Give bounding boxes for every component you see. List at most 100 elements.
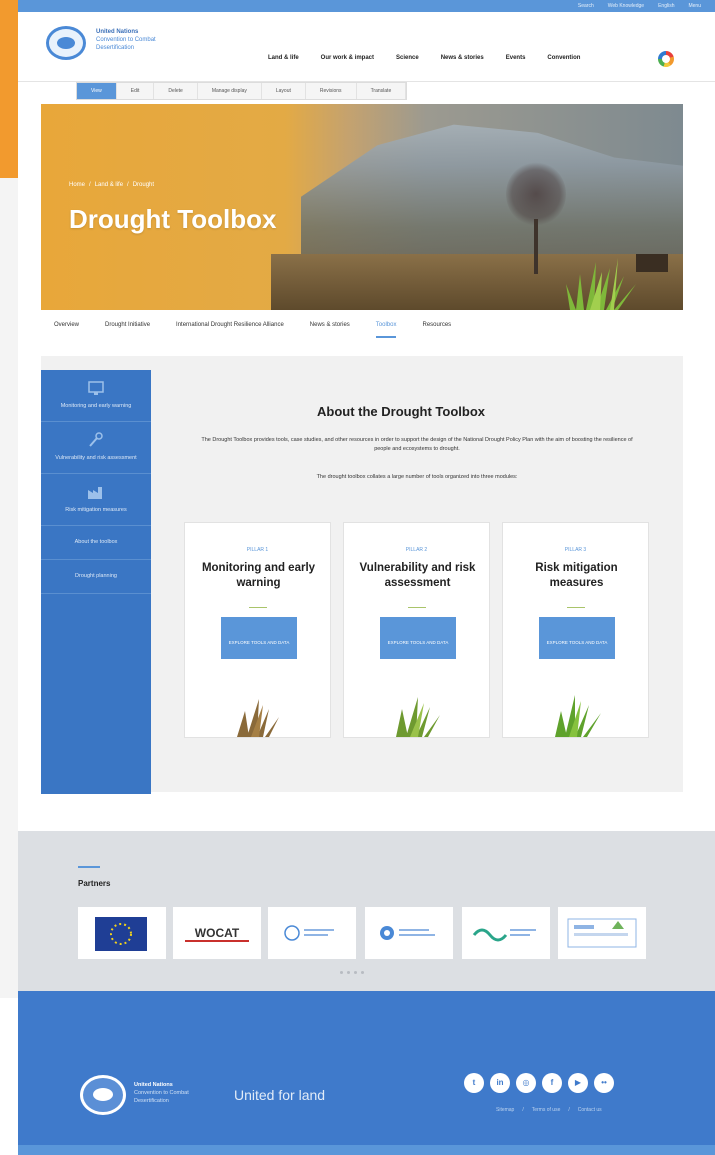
carousel-dot[interactable] (340, 971, 343, 974)
partner-5-logo[interactable] (462, 907, 550, 959)
fao-logo[interactable] (268, 907, 356, 959)
admin-tabs: View Edit Delete Manage display Layout R… (76, 82, 408, 100)
wmo-logo[interactable] (365, 907, 453, 959)
sidebar-item-label: About the toolbox (74, 539, 118, 545)
utility-link-menu[interactable]: Menu (688, 3, 701, 9)
nav-our-work[interactable]: Our work & impact (321, 55, 374, 61)
card-divider (408, 607, 426, 608)
carousel-dot[interactable] (361, 971, 364, 974)
footer-link-separator: / (522, 1107, 524, 1113)
left-edge-accent (0, 0, 18, 178)
subnav-resources[interactable]: Resources (422, 322, 451, 338)
footer-logo-line-2: Convention to Combat (134, 1090, 189, 1096)
sidebar-item-mitigation[interactable]: Risk mitigation measures (41, 474, 151, 526)
subnav-idra[interactable]: International Drought Resilience Allianc… (176, 322, 284, 338)
grass-icon (237, 699, 279, 737)
utility-link-search[interactable]: Search (578, 3, 594, 9)
footer-link-terms[interactable]: Terms of use (532, 1107, 561, 1113)
hero-tree-image (506, 162, 566, 226)
footer-link-contact[interactable]: Contact us (578, 1107, 602, 1113)
eu-flag-icon (95, 917, 147, 951)
pillar-label: PILLAR 3 (564, 547, 587, 553)
breadcrumb-drought: Drought (132, 182, 155, 188)
grass-icon (555, 695, 601, 737)
nav-science[interactable]: Science (396, 55, 419, 61)
toolbox-content: Monitoring and early warning Vulnerabili… (41, 356, 683, 794)
site-header: United Nations Convention to Combat Dese… (18, 12, 715, 82)
explore-tools-button[interactable]: EXPLORE TOOLS AND DATA (221, 617, 297, 659)
tab-edit[interactable]: Edit (117, 83, 155, 99)
sidebar-item-monitoring[interactable]: Monitoring and early warning (41, 370, 151, 422)
utility-link-knowledge[interactable]: Web Knowledge (608, 3, 644, 9)
about-title: About the Drought Toolbox (317, 404, 485, 419)
carousel-dot[interactable] (354, 971, 357, 974)
wocat-logo-text: WOCAT (195, 926, 240, 940)
subnav-drought-initiative[interactable]: Drought Initiative (105, 322, 150, 338)
pillar-card-vulnerability: PILLAR 2 Vulnerability and risk assessme… (343, 522, 490, 738)
nav-land-life[interactable]: Land & life (268, 55, 299, 61)
toolbox-sidebar: Monitoring and early warning Vulnerabili… (41, 370, 151, 794)
site-footer: United Nations Convention to Combat Dese… (18, 991, 715, 1155)
explore-tools-button[interactable]: EXPLORE TOOLS AND DATA (380, 617, 456, 659)
carousel-dots (340, 971, 364, 974)
pillar-title: Monitoring and early warning (201, 562, 316, 589)
wmo-logo-icon (380, 926, 435, 940)
footer-unccd-logo-icon[interactable] (80, 1075, 126, 1115)
instagram-icon[interactable]: ◎ (516, 1073, 536, 1093)
unccd-logo-icon[interactable] (46, 26, 86, 60)
breadcrumb: Home / Land & life / Drought (69, 182, 154, 188)
tab-revisions[interactable]: Revisions (306, 83, 357, 99)
partner-6-logo[interactable] (558, 907, 646, 959)
tab-layout[interactable]: Layout (262, 83, 306, 99)
sdg-ring-icon[interactable] (658, 51, 674, 67)
nav-news-stories[interactable]: News & stories (441, 55, 484, 61)
nav-convention[interactable]: Convention (547, 55, 580, 61)
footer-logo-text[interactable]: United Nations Convention to Combat Dese… (134, 1081, 214, 1105)
subnav-toolbox[interactable]: Toolbox (375, 322, 397, 338)
partners-accent-line (78, 866, 100, 868)
site-logo-text[interactable]: United Nations Convention to Combat Dese… (96, 28, 186, 52)
footer-logo-line-3: Desertification (134, 1098, 169, 1104)
breadcrumb-land-life[interactable]: Land & life (95, 182, 123, 188)
pillar-title: Risk mitigation measures (535, 562, 618, 589)
logo-line-2: Convention to Combat (96, 37, 156, 43)
tab-translate[interactable]: Translate (357, 83, 407, 99)
factory-icon (88, 487, 102, 499)
pillar-label: PILLAR 2 (405, 547, 428, 553)
sidebar-item-label: Drought planning (75, 573, 117, 579)
sidebar-item-label: Monitoring and early warning (60, 403, 132, 409)
sidebar-item-drought-planning[interactable]: Drought planning (41, 560, 151, 594)
linkedin-icon[interactable]: in (490, 1073, 510, 1093)
footer-link-separator: / (568, 1107, 570, 1113)
social-links: t in ◎ f ▶ •• (464, 1073, 614, 1093)
twitter-icon[interactable]: t (464, 1073, 484, 1093)
footer-links: Sitemap / Terms of use / Contact us (496, 1107, 602, 1113)
tab-manage-display[interactable]: Manage display (198, 83, 262, 99)
subnav-news-stories[interactable]: News & stories (310, 322, 350, 338)
facebook-icon[interactable]: f (542, 1073, 562, 1093)
footer-link-sitemap[interactable]: Sitemap (496, 1107, 514, 1113)
page-title: Drought Toolbox (69, 204, 277, 234)
tab-delete[interactable]: Delete (154, 83, 198, 99)
left-edge-gray (0, 178, 18, 998)
card-divider (249, 607, 267, 608)
sidebar-item-vulnerability[interactable]: Vulnerability and risk assessment (41, 422, 151, 474)
breadcrumb-home[interactable]: Home (69, 182, 85, 188)
sidebar-item-about-toolbox[interactable]: About the toolbox (41, 526, 151, 560)
youtube-icon[interactable]: ▶ (568, 1073, 588, 1093)
subnav-overview[interactable]: Overview (54, 322, 79, 338)
flickr-icon[interactable]: •• (594, 1073, 614, 1093)
eu-flag-logo[interactable] (78, 907, 166, 959)
nav-events[interactable]: Events (506, 55, 526, 61)
pillar-title: Vulnerability and risk assessment (359, 562, 476, 589)
language-selector[interactable]: English (658, 3, 674, 9)
tab-view[interactable]: View (77, 83, 117, 99)
wocat-logo[interactable]: WOCAT (173, 907, 261, 959)
sidebar-item-label: Vulnerability and risk assessment (55, 455, 137, 461)
grass-icon (396, 697, 440, 737)
logo-line-3: Desertification (96, 45, 135, 51)
breadcrumb-separator: / (127, 182, 129, 188)
explore-tools-button[interactable]: EXPLORE TOOLS AND DATA (539, 617, 615, 659)
footer-bottom-bar (18, 1145, 715, 1155)
carousel-dot[interactable] (347, 971, 350, 974)
